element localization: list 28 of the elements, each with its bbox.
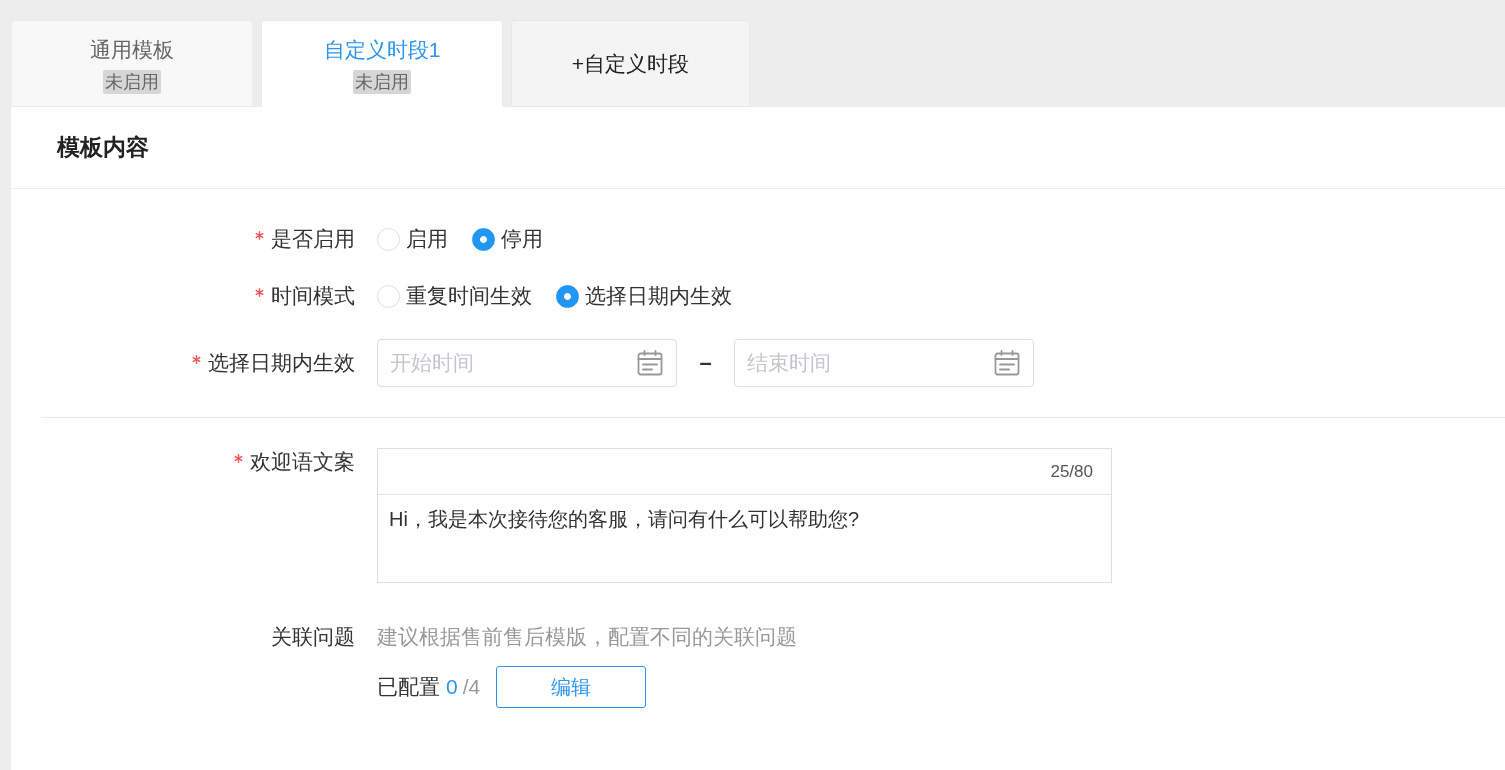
radio-option[interactable]: 重复时间生效 <box>377 282 532 310</box>
date-input[interactable]: 结束时间 <box>734 339 1034 387</box>
status-badge: 未启用 <box>103 70 161 94</box>
tab[interactable]: 自定义时段1 未启用 <box>261 20 503 107</box>
configured-count: 0 <box>446 675 458 699</box>
calendar-icon[interactable] <box>994 350 1020 376</box>
field-label: 是否启用 <box>271 226 355 252</box>
tab[interactable]: 通用模板 未启用 <box>11 20 253 107</box>
status-badge: 未启用 <box>353 70 411 94</box>
add-tab[interactable]: +自定义时段 <box>511 20 750 107</box>
field-label: 关联问题 <box>271 624 355 650</box>
radio-icon[interactable] <box>556 284 579 308</box>
calendar-icon[interactable] <box>637 350 663 376</box>
radio-option[interactable]: 启用 <box>377 225 448 253</box>
field-label: 欢迎语文案 <box>250 449 355 475</box>
message-editor[interactable]: 25/80 Hi，我是本次接待您的客服，请问有什么可以帮助您? <box>377 448 1112 583</box>
hint-text: 建议根据售前售后模版，配置不同的关联问题 <box>377 624 797 650</box>
configured-label: 已配置 <box>377 674 440 700</box>
range-separator: – <box>698 350 713 376</box>
radio-option[interactable]: 停用 <box>472 225 543 253</box>
field-label: 时间模式 <box>271 283 355 309</box>
section-title: 模板内容 <box>57 133 149 162</box>
char-counter: 25/80 <box>1050 461 1093 482</box>
configured-total: /4 <box>462 675 481 699</box>
radio-icon[interactable] <box>472 227 495 251</box>
radio-option[interactable]: 选择日期内生效 <box>556 282 732 310</box>
field-label: 选择日期内生效 <box>208 350 355 376</box>
date-input[interactable]: 开始时间 <box>377 339 677 387</box>
